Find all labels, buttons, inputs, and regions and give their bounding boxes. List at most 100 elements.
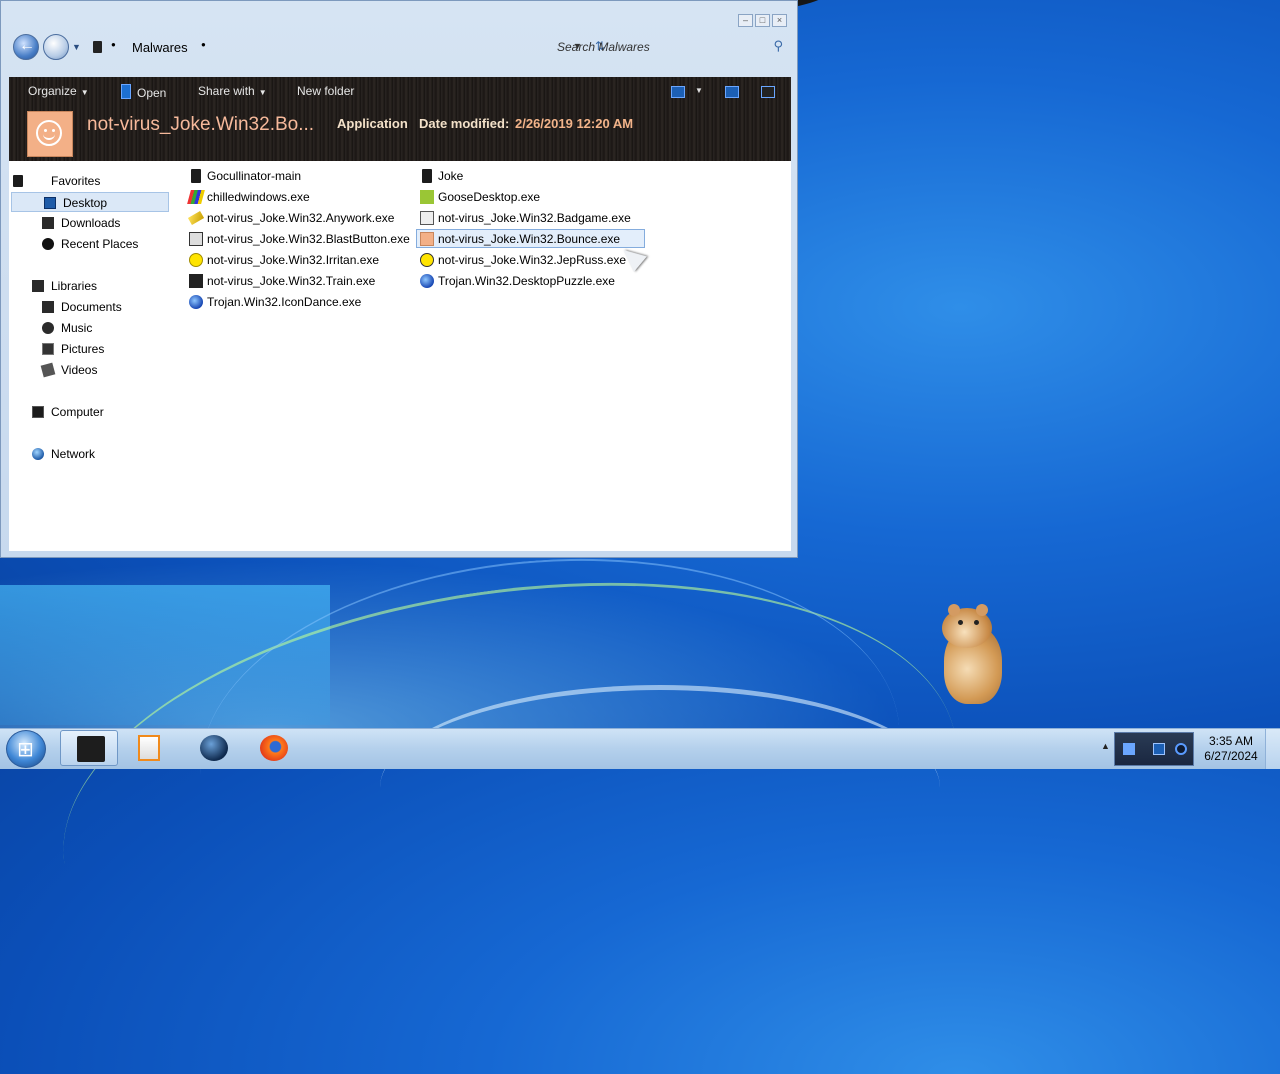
organize-button[interactable]: Organize ▼ bbox=[28, 84, 89, 98]
smiley-icon bbox=[420, 253, 434, 267]
nav-label: Documents bbox=[61, 300, 122, 314]
share-with-label: Share with bbox=[198, 84, 255, 98]
nav-label: Videos bbox=[61, 363, 98, 377]
file-name: chilledwindows.exe bbox=[207, 190, 310, 204]
chevron-right-icon[interactable]: ● bbox=[111, 40, 116, 49]
forward-button[interactable] bbox=[43, 34, 69, 60]
show-hidden-icons-icon[interactable]: ▲ bbox=[1101, 741, 1110, 751]
libraries-icon bbox=[32, 280, 44, 292]
chevron-down-icon: ▼ bbox=[258, 88, 267, 97]
tray-monitor-icon[interactable] bbox=[1153, 743, 1165, 755]
clock-date: 6/27/2024 bbox=[1204, 749, 1258, 763]
help-icon[interactable] bbox=[761, 86, 775, 98]
file-name: not-virus_Joke.Win32.JepRuss.exe bbox=[438, 253, 627, 267]
media-player-icon bbox=[138, 735, 160, 761]
close-button[interactable]: × bbox=[772, 14, 787, 27]
list-item[interactable]: chilledwindows.exe bbox=[187, 188, 315, 207]
music-icon bbox=[42, 322, 54, 334]
file-name: not-virus_Joke.Win32.Train.exe bbox=[207, 274, 376, 288]
show-desktop-button[interactable] bbox=[1265, 729, 1280, 769]
documents-icon bbox=[42, 301, 54, 313]
share-with-button[interactable]: Share with ▼ bbox=[198, 84, 267, 98]
list-item[interactable]: Trojan.Win32.DesktopPuzzle.exe bbox=[418, 272, 620, 291]
system-clock[interactable]: 3:35 AM 6/27/2024 bbox=[1198, 734, 1264, 764]
list-item[interactable]: not-virus_Joke.Win32.Badgame.exe bbox=[418, 209, 636, 228]
list-item[interactable]: Joke bbox=[418, 167, 468, 186]
organize-label: Organize bbox=[28, 84, 77, 98]
nav-network[interactable]: Network bbox=[9, 444, 209, 464]
command-bar: Organize ▼ Open Share with ▼ New folder ▼ bbox=[9, 77, 791, 107]
network-icon bbox=[32, 448, 44, 460]
tray-network-icon[interactable] bbox=[1175, 743, 1187, 755]
search-placeholder: Search Malwares bbox=[557, 40, 650, 54]
start-button[interactable] bbox=[6, 730, 46, 768]
search-input[interactable]: Search Malwares ⚲ bbox=[545, 34, 789, 60]
nav-favorites[interactable]: Favorites bbox=[9, 171, 209, 191]
nav-computer[interactable]: Computer bbox=[9, 402, 209, 422]
nav-label: Computer bbox=[51, 405, 104, 419]
favorites-star-icon bbox=[13, 175, 23, 187]
navigation-pane: Favorites Desktop Downloads Recent Place… bbox=[9, 161, 179, 551]
nav-libraries[interactable]: Libraries bbox=[9, 276, 209, 296]
pencil-icon bbox=[187, 211, 205, 225]
explorer-content: Favorites Desktop Downloads Recent Place… bbox=[9, 161, 791, 551]
pictures-icon bbox=[42, 343, 54, 355]
folder-icon bbox=[422, 169, 432, 183]
nav-label: Desktop bbox=[63, 196, 108, 210]
game-app-icon bbox=[420, 211, 434, 225]
window-controls: – □ × bbox=[738, 14, 787, 27]
search-icon[interactable]: ⚲ bbox=[773, 38, 783, 54]
chevron-right-icon[interactable]: ● bbox=[201, 40, 206, 49]
file-name: Gocullinator-main bbox=[207, 169, 302, 183]
address-row: ▼ ● Malwares ● ▼ ⇅ Search Malwares ⚲ bbox=[13, 34, 791, 62]
back-button[interactable] bbox=[13, 34, 39, 60]
minimize-button[interactable]: – bbox=[738, 14, 753, 27]
breadcrumb-malwares[interactable]: Malwares bbox=[132, 40, 188, 55]
open-button[interactable]: Open bbox=[121, 84, 166, 100]
taskbar: ▲ 3:35 AM 6/27/2024 bbox=[0, 728, 1280, 769]
recent-places-icon bbox=[42, 238, 54, 250]
tray-app-icon[interactable] bbox=[1123, 743, 1135, 755]
change-view-icon[interactable] bbox=[671, 86, 685, 98]
computer-icon bbox=[32, 406, 44, 418]
list-item[interactable]: not-virus_Joke.Win32.BlastButton.exe bbox=[187, 230, 415, 249]
smiley-icon bbox=[189, 253, 203, 267]
desktop-icon bbox=[44, 197, 56, 209]
list-item[interactable]: not-virus_Joke.Win32.Train.exe bbox=[187, 272, 380, 291]
nav-label: Recent Places bbox=[61, 237, 139, 251]
window-app-icon bbox=[189, 232, 203, 246]
open-label: Open bbox=[137, 86, 167, 100]
open-icon bbox=[121, 84, 131, 99]
recent-pages-dropdown[interactable]: ▼ bbox=[72, 42, 81, 52]
new-folder-button[interactable]: New folder bbox=[297, 84, 354, 98]
list-item[interactable]: Trojan.Win32.IconDance.exe bbox=[187, 293, 366, 312]
taskbar-globe-browser[interactable] bbox=[184, 730, 242, 766]
taskbar-media-player[interactable] bbox=[120, 730, 178, 766]
colorful-app-icon bbox=[187, 190, 205, 204]
list-item[interactable]: Gocullinator-main bbox=[187, 167, 306, 186]
maximize-button[interactable]: □ bbox=[755, 14, 770, 27]
view-options-dropdown[interactable]: ▼ bbox=[695, 86, 703, 95]
taskbar-firefox[interactable] bbox=[244, 730, 302, 766]
preview-pane-icon[interactable] bbox=[725, 86, 739, 98]
nav-label: Downloads bbox=[61, 216, 121, 230]
globe-browser-icon bbox=[200, 735, 228, 761]
list-item[interactable]: not-virus_Joke.Win32.Anywork.exe bbox=[187, 209, 399, 228]
wallpaper-swoosh bbox=[380, 685, 940, 890]
list-item[interactable]: not-virus_Joke.Win32.Irritan.exe bbox=[187, 251, 384, 270]
globe-app-icon bbox=[420, 274, 434, 288]
videos-icon bbox=[40, 362, 56, 378]
address-bar[interactable]: ● Malwares ● ▼ ⇅ bbox=[85, 34, 605, 60]
explorer-window[interactable]: – □ × ▼ ● Malwares ● ▼ ⇅ Search Malwares… bbox=[0, 0, 798, 558]
file-name: not-virus_Joke.Win32.Bounce.exe bbox=[438, 232, 621, 246]
selected-file-icon bbox=[27, 111, 73, 157]
hamster-desktop-pet[interactable] bbox=[938, 604, 1004, 706]
nav-desktop[interactable]: Desktop bbox=[11, 192, 169, 212]
file-list: Gocullinator-main chilledwindows.exe not… bbox=[185, 161, 785, 551]
list-item-selected[interactable]: not-virus_Joke.Win32.Bounce.exe bbox=[416, 229, 645, 248]
folder-icon bbox=[93, 41, 102, 53]
firefox-icon bbox=[260, 735, 288, 761]
list-item[interactable]: GooseDesktop.exe bbox=[418, 188, 545, 207]
taskbar-explorer[interactable] bbox=[60, 730, 118, 766]
list-item[interactable]: not-virus_Joke.Win32.JepRuss.exe bbox=[418, 251, 631, 270]
